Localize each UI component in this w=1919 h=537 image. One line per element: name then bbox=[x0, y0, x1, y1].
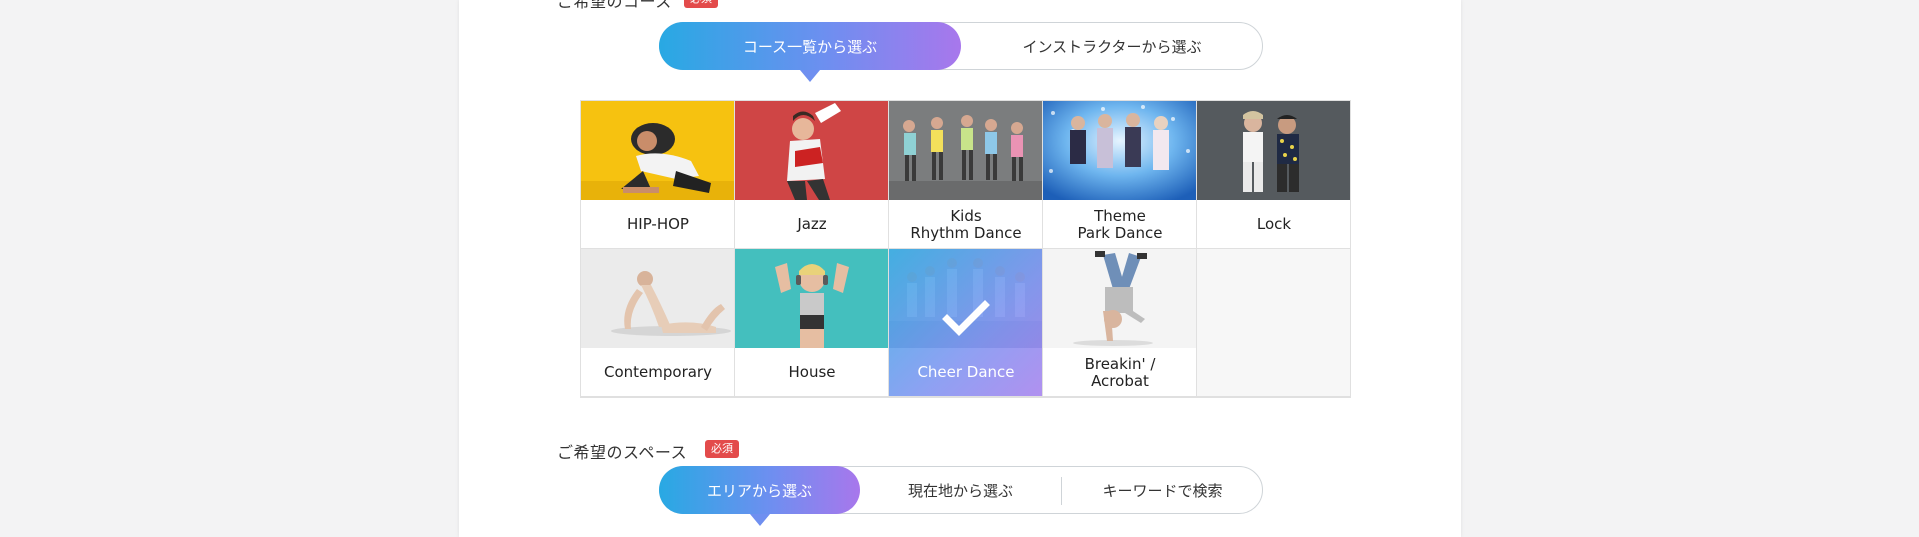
course-label: Theme Park Dance bbox=[1077, 206, 1163, 242]
course-tile-contemporary[interactable]: Contemporary bbox=[581, 249, 735, 397]
course-section-label: ご希望のコース bbox=[557, 0, 672, 11]
lock-photo bbox=[1197, 101, 1350, 200]
theme-park-photo bbox=[1043, 101, 1196, 200]
space-tab-switch: エリアから選ぶ 現在地から選ぶ キーワードで検索 bbox=[659, 466, 1263, 526]
empty-slot bbox=[1197, 249, 1350, 397]
breakin-photo bbox=[1043, 249, 1196, 348]
course-label: Lock bbox=[1256, 215, 1292, 233]
course-required-badge: 必須 bbox=[684, 0, 718, 8]
course-tile-theme-park[interactable]: Theme Park Dance bbox=[1043, 101, 1197, 249]
check-icon bbox=[941, 299, 991, 339]
hiphop-photo bbox=[581, 101, 734, 200]
house-photo bbox=[735, 249, 888, 348]
course-tile-house[interactable]: House bbox=[735, 249, 889, 397]
space-section-label: ご希望のスペース bbox=[557, 443, 688, 462]
tab-area[interactable]: エリアから選ぶ bbox=[659, 466, 860, 514]
jazz-photo bbox=[735, 101, 888, 200]
course-label: Breakin' / Acrobat bbox=[1084, 354, 1156, 390]
course-label: Kids Rhythm Dance bbox=[910, 206, 1022, 242]
course-tab-switch: コース一覧から選ぶ インストラクターから選ぶ bbox=[659, 22, 1263, 82]
kids-photo bbox=[889, 101, 1042, 200]
course-label: Cheer Dance bbox=[917, 363, 1015, 381]
course-label: Jazz bbox=[797, 215, 827, 233]
course-label: HIP-HOP bbox=[627, 215, 689, 233]
course-tile-breakin[interactable]: Breakin' / Acrobat bbox=[1043, 249, 1197, 397]
space-required-badge: 必須 bbox=[705, 440, 739, 458]
tab-course-list[interactable]: コース一覧から選ぶ bbox=[659, 22, 961, 70]
course-grid: HIP-HOP Jazz Kids Rhythm Dance Theme Par… bbox=[580, 100, 1351, 398]
tab-keyword-search[interactable]: キーワードで検索 bbox=[1062, 466, 1263, 514]
tab-current-location[interactable]: 現在地から選ぶ bbox=[860, 466, 1061, 514]
active-tab-caret bbox=[800, 70, 820, 82]
course-label: House bbox=[788, 363, 836, 381]
contemporary-photo bbox=[581, 249, 734, 348]
course-tile-jazz[interactable]: Jazz bbox=[735, 101, 889, 249]
tab-instructor[interactable]: インストラクターから選ぶ bbox=[961, 22, 1263, 70]
course-tile-kids-rhythm[interactable]: Kids Rhythm Dance bbox=[889, 101, 1043, 249]
course-tile-hiphop[interactable]: HIP-HOP bbox=[581, 101, 735, 249]
course-label: Contemporary bbox=[604, 363, 712, 381]
active-tab-caret bbox=[750, 514, 770, 526]
course-tile-cheer[interactable]: Cheer Dance bbox=[889, 249, 1043, 397]
course-tile-lock[interactable]: Lock bbox=[1197, 101, 1350, 249]
form-card: ご希望のコース 必須 コース一覧から選ぶ インストラクターから選ぶ bbox=[459, 0, 1461, 537]
